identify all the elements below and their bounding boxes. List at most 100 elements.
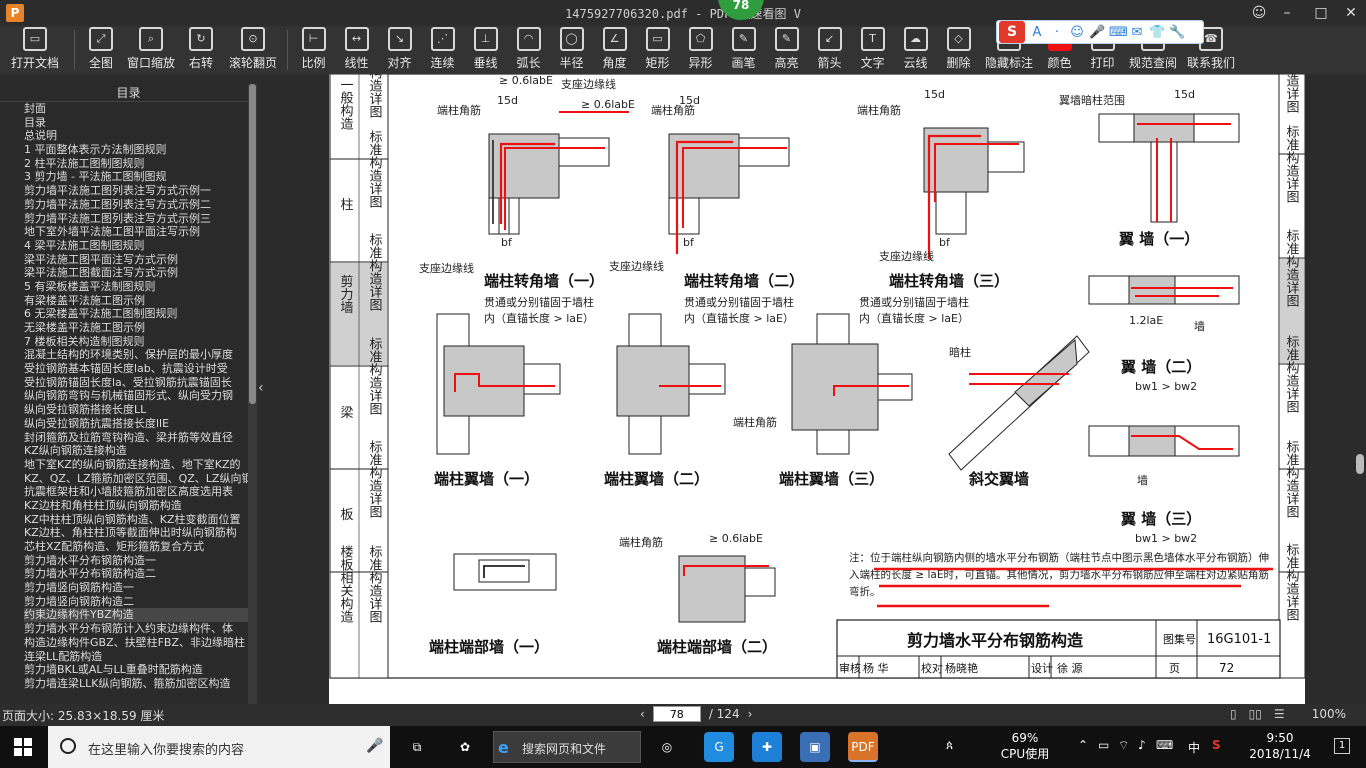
toolbar-arrow-button[interactable]: ↙ 箭头 [808,26,851,74]
toc-item[interactable]: KZ、QZ、LZ箍筋加密区范围、QZ、LZ纵向钢 [24,472,248,486]
windows-start-icon[interactable] [14,738,32,756]
page-input[interactable] [652,706,701,722]
prev-page-icon[interactable]: ‹ [640,707,645,721]
toolbar-arc-length-button[interactable]: ◠ 弧长 [507,26,550,74]
keyboard-icon[interactable]: ⌨ [1156,738,1173,752]
app-cross-icon[interactable]: ✚ [752,732,782,762]
toc-item[interactable]: 约束边缘构件YBZ构造 [24,608,248,623]
user-icon[interactable]: ☺ [1250,4,1268,22]
toc-item[interactable]: ▶6 无梁楼盖平法施工图制图规则 [24,307,248,321]
toc-item[interactable]: 受拉钢筋锚固长度la、受拉钢筋抗震锚固长 [24,376,248,390]
toc-item[interactable]: 封面 [24,102,248,116]
toc-item[interactable]: KZ中柱柱顶纵向钢筋构造、KZ柱变截面位置 [24,513,248,527]
ime-glyph[interactable]: ☺ [1069,25,1085,40]
toc-item[interactable]: KZ边柱和角柱柱顶纵向钢筋构造 [24,499,248,513]
toc-item[interactable]: 地下室KZ的纵向钢筋连接构造、地下室KZ的 [24,458,248,472]
minimize-icon[interactable]: – [1278,4,1296,22]
toc-item[interactable]: 混凝土结构的环境类别、保护层的最小厚度 [24,348,248,362]
toolbar-linear-measure-button[interactable]: ↔ 线性 [335,26,378,74]
sogou-tray-icon[interactable]: S [1212,738,1221,752]
battery-icon[interactable]: ▭ [1098,738,1109,752]
double-page-icon[interactable]: ▯▯ [1249,707,1262,721]
toolbar-mouse-button[interactable]: ⊙ 滚轮翻页 [223,26,283,74]
toc-item[interactable]: 梁平法施工图截面注写方式示例 [24,266,248,280]
toolbar-scale-button[interactable]: ⊢ 比例 [292,26,335,74]
toc-item[interactable]: 剪力墙水平分布钢筋计入约束边缘构件、体 [24,622,248,636]
360-icon[interactable]: G [704,732,734,762]
toolbar-folder-button[interactable]: ▭ 打开文档 [0,26,70,74]
microphone-icon[interactable]: 🎤 [366,738,383,754]
volume-icon[interactable]: ♪ [1138,738,1146,752]
app-briefcase-icon[interactable]: ▣ [800,732,830,762]
scroll-mode-icon[interactable]: ☰ [1274,707,1285,721]
toc-scrollbar-thumb[interactable] [249,84,256,404]
toc-item[interactable]: 目录 [24,116,248,130]
collapse-sidebar-button[interactable]: ‹ [257,84,267,704]
toc-item[interactable]: 剪力墙平法施工图列表注写方式示例一 [24,184,248,198]
toc-item[interactable]: 剪力墙水平分布钢筋构造二 [24,567,248,581]
clock[interactable]: 9:50 2018/11/4 [1240,730,1320,762]
toc-item[interactable]: 地下室外墙平法施工图平面注写示例 [24,225,248,239]
toc-item[interactable]: 剪力墙水平分布钢筋构造一 [24,554,248,568]
toc-item[interactable]: 受拉钢筋基本锚固长度lab、抗震设计时受 [24,362,248,376]
toc-item[interactable]: 连梁LL配筋构造 [24,650,248,664]
toolbar-pen-button[interactable]: ✎ 画笔 [722,26,765,74]
toolbar-eraser-button[interactable]: ◇ 删除 [937,26,980,74]
toc-item[interactable]: KZ纵向钢筋连接构造 [24,444,248,458]
toc-item[interactable]: 封闭箍筋及拉筋弯钩构造、梁并筋等效直径 [24,431,248,445]
toc-item[interactable]: 1 平面整体表示方法制图规则 [24,143,248,157]
toc-item[interactable]: 有梁楼盖平法施工图示例 [24,294,248,308]
toc-item[interactable]: KZ边柱、角柱柱顶等截面伸出时纵向钢筋构 [24,526,248,540]
toc-item[interactable]: 无梁楼盖平法施工图示例 [24,321,248,335]
toc-item[interactable]: 构造边缘构件GBZ、扶壁柱FBZ、非边缘暗柱 [24,636,248,650]
toc-item[interactable]: 剪力墙平法施工图列表注写方式示例三 [24,212,248,226]
cpu-usage[interactable]: 69% CPU使用 [990,730,1060,762]
document-scrollbar[interactable] [1354,74,1366,704]
close-icon[interactable]: ✕ [1342,4,1360,22]
toc-item[interactable]: ▶7 楼板相关构造制图规则 [24,335,248,349]
single-page-icon[interactable]: ▯ [1230,707,1237,721]
toc-item[interactable]: 纵向受拉钢筋搭接长度LL [24,403,248,417]
ime-glyph[interactable]: 🔧 [1169,25,1185,40]
toolbar-rotate-button[interactable]: ↻ 右转 [179,26,223,74]
pdf-viewer-taskbar-icon[interactable]: PDF [848,732,878,762]
document-viewport[interactable]: 一般构造 标准构造详图 柱 标准构造详图 剪力墙 标准构造详图 梁 标准构造详图… [267,35,1354,704]
toolbar-zoom-button[interactable]: ⌕ 窗口缩放 [123,26,179,74]
toolbar-polygon-button[interactable]: ⬠ 异形 [679,26,722,74]
app-pinwheel-icon[interactable]: ✿ [450,732,480,762]
toc-item[interactable]: 纵向受拉钢筋抗震搭接长度llE [24,417,248,431]
toolbar-angle-button[interactable]: ∠ 角度 [593,26,636,74]
toc-item[interactable]: ▶3 剪力墙 - 平法施工图制图规 [24,170,248,184]
toolbar-radius-button[interactable]: ◯ 半径 [550,26,593,74]
ime-glyph[interactable]: · [1049,25,1065,40]
toc-item[interactable]: 剪力墙连梁LLK纵向钢筋、箍筋加密区构造 [24,677,248,691]
sogou-logo-icon[interactable]: S [999,21,1025,43]
toc-item[interactable]: 抗震框架柱和小墙肢箍筋加密区高度选用表 [24,485,248,499]
tray-up-icon[interactable]: ⌃ [1078,738,1088,752]
pdf-page[interactable]: 一般构造 标准构造详图 柱 标准构造详图 剪力墙 标准构造详图 梁 标准构造详图… [329,35,1306,704]
toc-item[interactable]: ▶5 有梁板楼盖平法制图规则 [24,280,248,294]
toc-item[interactable]: 剪力墙平法施工图列表注写方式示例二 [24,198,248,212]
browser-icon[interactable]: ◎ [652,732,682,762]
ime-glyph[interactable]: 👕 [1149,25,1165,40]
toc-item[interactable]: 剪力墙竖向钢筋构造一 [24,581,248,595]
toc-item[interactable]: 总说明 [24,129,248,143]
toolbar-align-measure-button[interactable]: ↘ 对齐 [378,26,421,74]
ime-glyph[interactable]: ✉ [1129,25,1145,40]
ime-toolbar[interactable]: S A · ☺ 🎤 ⌨ ✉ 👕 🔧 [996,20,1204,44]
toc-item[interactable]: ▶4 梁平法施工图制图规则 [24,239,248,253]
toolbar-continuous-measure-button[interactable]: ⋰ 连续 [421,26,464,74]
toc-item[interactable]: ▶2 柱平法施工图制图规则 [24,157,248,171]
person-icon[interactable]: ጰ [946,738,953,753]
zoom-level[interactable]: 100% [1312,707,1346,721]
ime-glyph[interactable]: A [1029,25,1045,40]
ime-glyph[interactable]: ⌨ [1109,25,1128,40]
next-page-icon[interactable]: › [748,707,753,721]
toc-item[interactable]: 纵向钢筋弯钩与机械锚固形式、纵向受力钢 [24,389,248,403]
toc-item[interactable]: 梁平法施工图平面注写方式示例 [24,253,248,267]
toc-item[interactable]: 剪力墙BKL或AL与LL重叠时配筋构造 [24,663,248,677]
toolbar-cloud-button[interactable]: ☁ 云线 [894,26,937,74]
web-search-box[interactable]: e 搜索网页和文件 [493,731,641,763]
toolbar-fit-page-button[interactable]: ⤢ 全图 [79,26,123,74]
task-view-icon[interactable]: ⧉ [402,732,432,762]
